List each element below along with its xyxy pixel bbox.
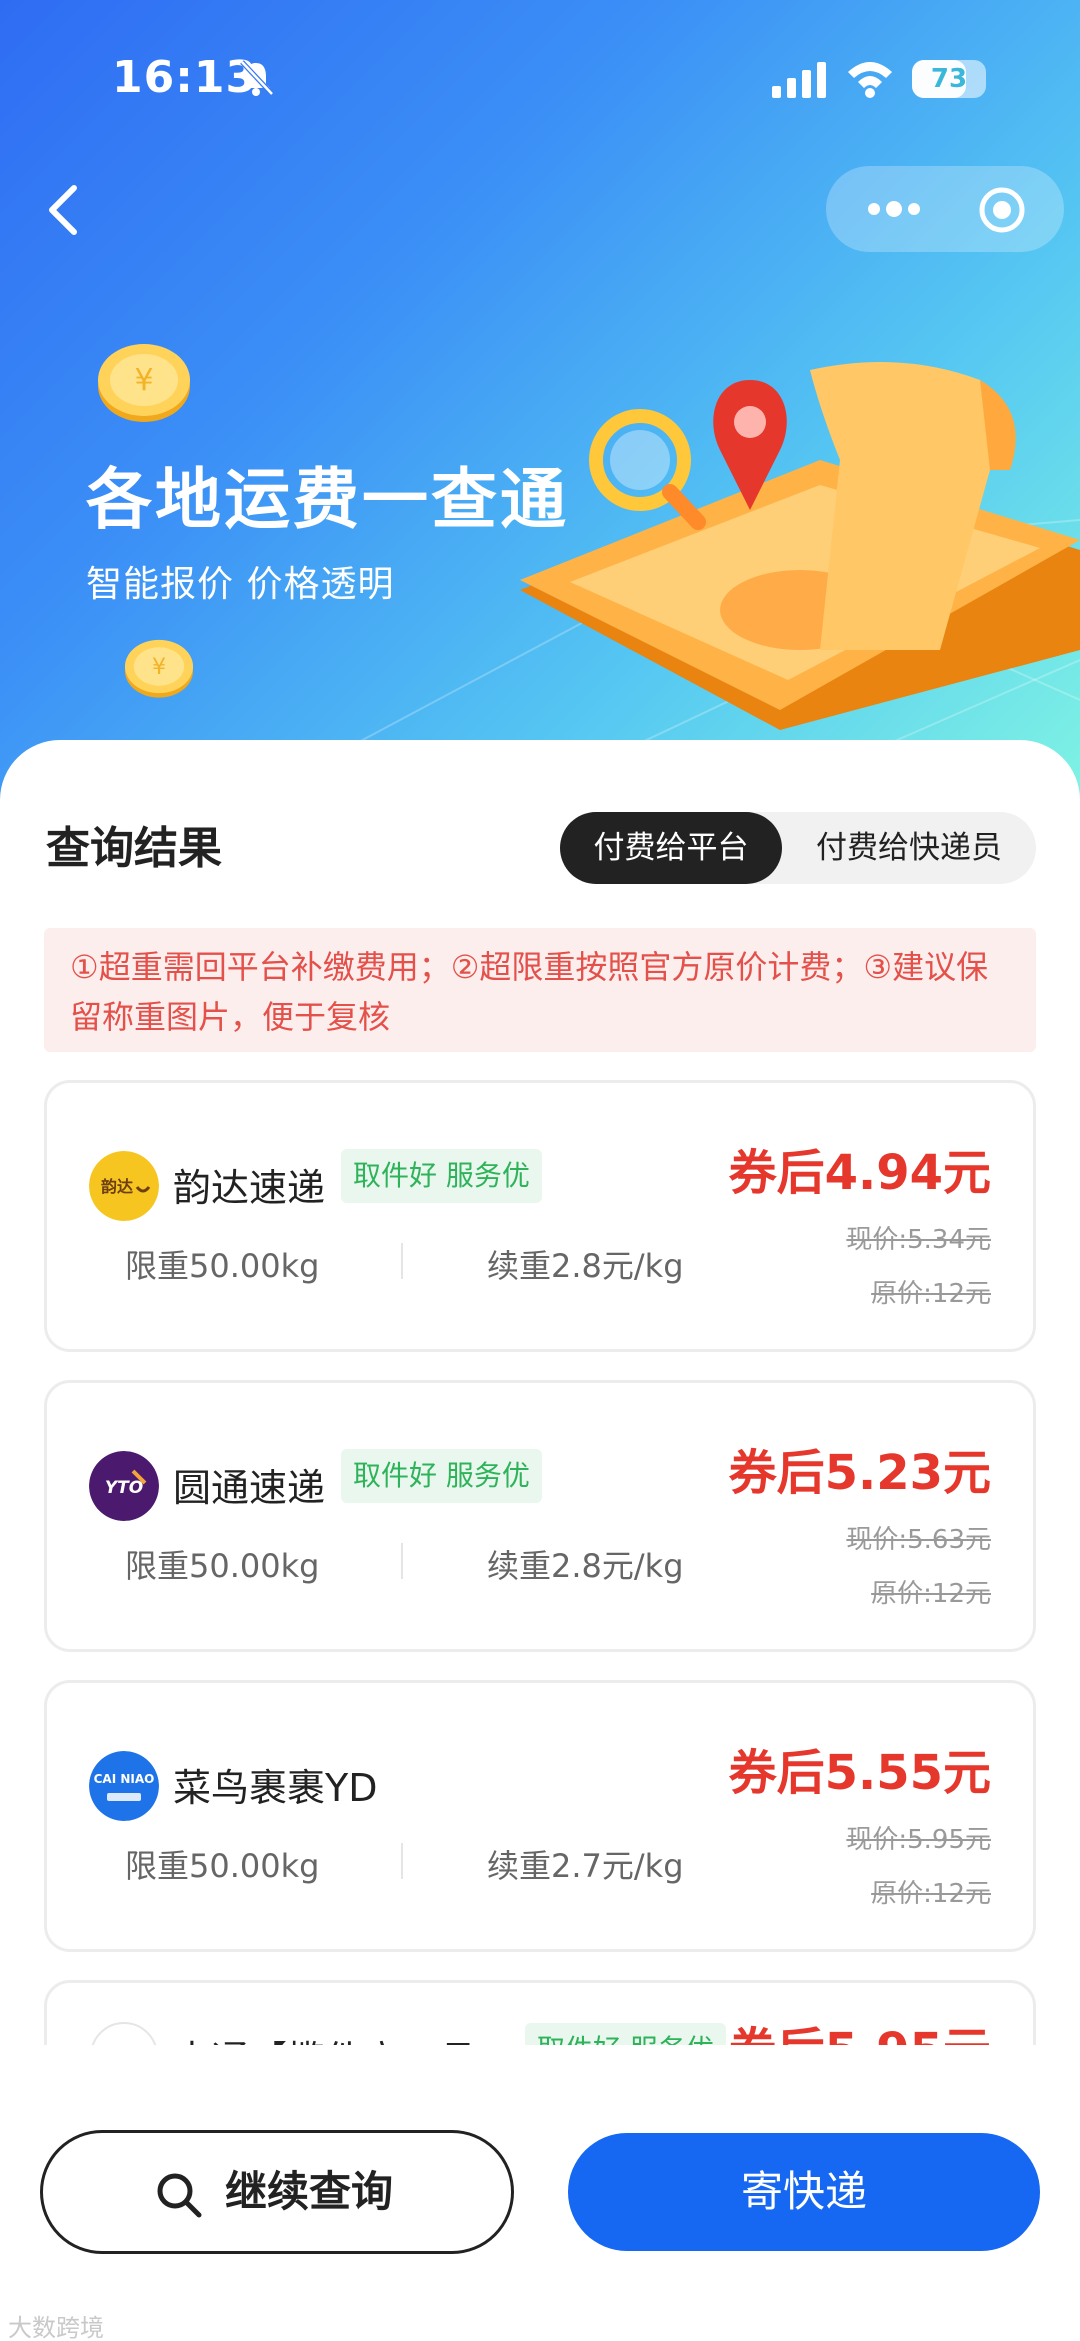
watermark: 大数跨境	[8, 2314, 104, 2341]
carrier-card[interactable]: 韵达 韵达速递 取件好 服务优 限重50.00kg 续重2.8元/kg 券后4.…	[44, 1080, 1036, 1352]
signal-icon	[772, 62, 826, 98]
continued-weight-price: 续重2.8元/kg	[487, 1547, 684, 1585]
status-bar: 16:13 73	[0, 0, 1080, 150]
continued-weight-price: 续重2.7元/kg	[487, 1847, 684, 1885]
carrier-logo-text: CAI NIAO	[94, 1772, 155, 1786]
price-after-coupon: 券后5.55元	[728, 1745, 991, 1801]
price-after-coupon: 券后4.94元	[728, 1145, 991, 1201]
carrier-name: 菜鸟裹裹YD	[173, 1766, 378, 1810]
weight-notice: ①超重需回平台补缴费用；②超限重按照官方原价计费；③建议保留称重图片，便于复核	[44, 928, 1036, 1052]
carrier-name: 韵达速递	[173, 1166, 326, 1210]
back-button[interactable]	[36, 176, 92, 244]
coin-icon: ¥	[98, 344, 190, 422]
continued-weight-price: 续重2.8元/kg	[487, 1247, 684, 1285]
send-express-button[interactable]: 寄快递	[568, 2133, 1040, 2251]
wifi-icon	[848, 62, 892, 98]
tab-pay-courier[interactable]: 付费给快递员	[782, 812, 1036, 884]
divider	[401, 1243, 403, 1279]
header-banner: 16:13 73 ¥ ¥ 各地运费一查通 智能报价 价格透明	[0, 0, 1080, 800]
bell-muted-icon	[240, 60, 274, 96]
carrier-name: 圆通速递	[173, 1466, 326, 1510]
divider	[401, 1843, 403, 1879]
weight-limit: 限重50.00kg	[125, 1247, 320, 1285]
carrier-card[interactable]: YTO 圆通速递 取件好 服务优 限重50.00kg 续重2.8元/kg 券后5…	[44, 1380, 1036, 1652]
continue-search-button[interactable]: 继续查询	[40, 2130, 514, 2254]
cainiao-logo-icon: CAI NIAO	[89, 1751, 159, 1821]
tab-pay-platform[interactable]: 付费给平台	[560, 812, 782, 884]
search-icon	[157, 2173, 202, 2218]
continue-search-label: 继续查询	[225, 2167, 394, 2216]
battery-level: 73	[930, 64, 968, 94]
hero-title: 各地运费一查通	[86, 461, 569, 538]
mini-program-capsule	[826, 166, 1064, 252]
yto-logo-icon: YTO	[89, 1451, 159, 1521]
svg-text:¥: ¥	[152, 654, 166, 680]
carrier-tag: 取件好 服务优	[341, 1149, 542, 1203]
weight-limit: 限重50.00kg	[125, 1847, 320, 1885]
battery-indicator: 73	[912, 60, 986, 98]
yunda-logo-icon: 韵达	[89, 1151, 159, 1221]
close-target-icon[interactable]	[978, 186, 1026, 234]
price-after-coupon: 券后5.23元	[728, 1445, 991, 1501]
carrier-tag: 取件好 服务优	[341, 1449, 542, 1503]
divider	[401, 1543, 403, 1579]
phone-receipt-illustration	[520, 362, 1080, 730]
carrier-logo-text: 韵达	[101, 1177, 133, 1196]
price-current: 现价:5.34元	[846, 1225, 991, 1255]
price-current: 现价:5.95元	[846, 1825, 991, 1855]
carrier-logo-text: YTO	[105, 1478, 143, 1498]
svg-text:¥: ¥	[134, 363, 153, 398]
section-title: 查询结果	[46, 823, 222, 874]
price-original: 原价:12元	[871, 1579, 991, 1609]
price-original: 原价:12元	[871, 1879, 991, 1909]
price-current: 现价:5.63元	[846, 1525, 991, 1555]
weight-limit: 限重50.00kg	[125, 1547, 320, 1585]
carrier-card[interactable]: CAI NIAO 菜鸟裹裹YD 限重50.00kg 续重2.7元/kg 券后5.…	[44, 1680, 1036, 1952]
more-icon[interactable]	[862, 196, 926, 222]
payment-toggle: 付费给平台 付费给快递员	[560, 812, 1036, 884]
coin-icon: ¥	[124, 639, 194, 698]
hero-subtitle: 智能报价 价格透明	[86, 564, 395, 605]
price-original: 原价:12元	[871, 1279, 991, 1309]
